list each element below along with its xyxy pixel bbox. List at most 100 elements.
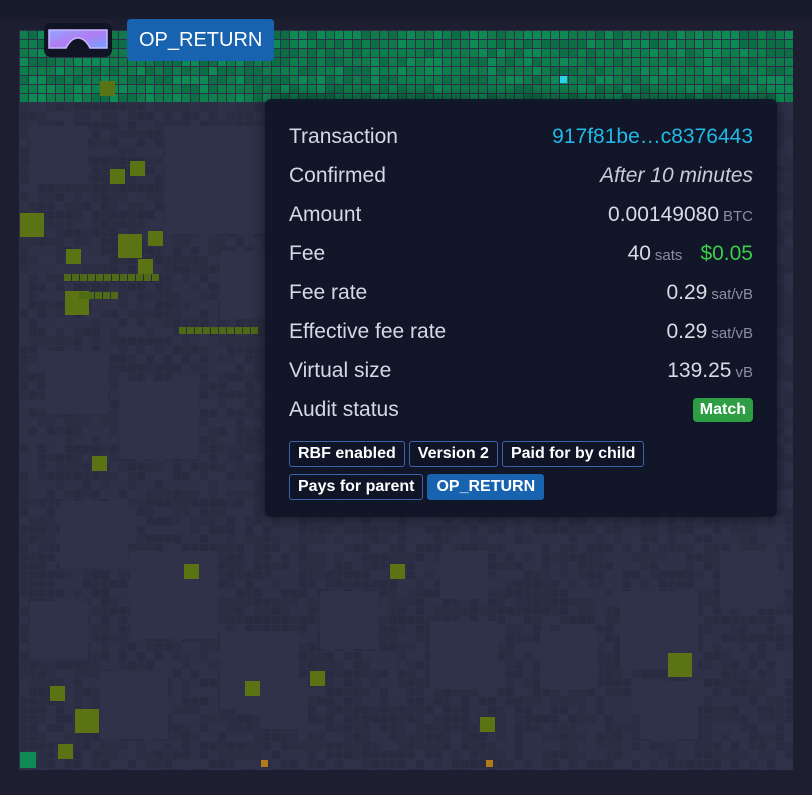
tx-square[interactable] xyxy=(479,40,487,48)
tx-square[interactable] xyxy=(173,283,181,291)
tx-square[interactable] xyxy=(110,454,118,462)
tx-square[interactable] xyxy=(110,400,118,408)
tx-square[interactable] xyxy=(20,40,28,48)
tx-square[interactable] xyxy=(182,238,190,246)
tx-square[interactable] xyxy=(461,544,469,552)
tx-square[interactable] xyxy=(542,517,550,525)
tx-square[interactable] xyxy=(407,40,415,48)
tx-square[interactable] xyxy=(659,49,667,57)
tx-square[interactable] xyxy=(236,400,244,408)
tx-square[interactable] xyxy=(128,121,136,129)
tx-square[interactable] xyxy=(56,436,64,444)
tx-square[interactable] xyxy=(146,175,154,183)
tx-square[interactable] xyxy=(200,463,208,471)
tx-square[interactable] xyxy=(443,49,451,57)
tx-square[interactable] xyxy=(47,445,55,453)
tx-square[interactable] xyxy=(47,463,55,471)
tx-square[interactable] xyxy=(632,517,640,525)
tx-square[interactable] xyxy=(65,463,73,471)
tx-square[interactable] xyxy=(245,454,253,462)
tx-square[interactable] xyxy=(29,103,37,111)
tx-square[interactable] xyxy=(92,265,100,273)
tx-square[interactable] xyxy=(200,382,208,390)
tx-square[interactable] xyxy=(497,517,505,525)
tx-square[interactable] xyxy=(245,112,253,120)
tx-square[interactable] xyxy=(542,49,550,57)
tx-square[interactable] xyxy=(254,544,262,552)
tx-square[interactable] xyxy=(128,337,136,345)
tx-square[interactable] xyxy=(704,535,712,543)
tx-square[interactable] xyxy=(74,58,82,66)
tx-square[interactable] xyxy=(164,301,172,309)
tx-square[interactable] xyxy=(245,481,253,489)
tx-square[interactable] xyxy=(497,85,505,93)
tx-square[interactable] xyxy=(668,40,676,48)
tx-square[interactable] xyxy=(713,517,721,525)
tx-square[interactable] xyxy=(209,436,217,444)
tx-square[interactable] xyxy=(776,508,784,516)
tx-square[interactable] xyxy=(182,265,190,273)
tx-square[interactable] xyxy=(92,103,100,111)
tx-square[interactable] xyxy=(218,373,226,381)
tx-square[interactable] xyxy=(182,544,190,552)
tx-square[interactable] xyxy=(776,319,784,327)
tx-square[interactable] xyxy=(407,67,415,75)
tx-square[interactable] xyxy=(587,85,595,93)
tx-square[interactable] xyxy=(38,382,46,390)
tx-square[interactable] xyxy=(119,220,127,228)
tx-square[interactable] xyxy=(290,76,298,84)
tx-square[interactable] xyxy=(731,58,739,66)
tx-square[interactable] xyxy=(164,76,172,84)
tx-square[interactable] xyxy=(434,544,442,552)
tx-square[interactable] xyxy=(74,472,82,480)
tx-square[interactable] xyxy=(209,292,217,300)
tx-square[interactable] xyxy=(281,49,289,57)
tx-square[interactable] xyxy=(38,193,46,201)
tx-square[interactable] xyxy=(785,508,793,516)
tx-square[interactable] xyxy=(128,85,136,93)
tx-square[interactable] xyxy=(137,526,145,534)
tx-square[interactable] xyxy=(767,85,775,93)
tx-square[interactable] xyxy=(407,517,415,525)
tx-square[interactable] xyxy=(47,76,55,84)
tx-square[interactable] xyxy=(704,76,712,84)
tx-square[interactable] xyxy=(173,238,181,246)
tx-square[interactable] xyxy=(731,31,739,39)
tx-square[interactable] xyxy=(164,499,172,507)
tx-square[interactable] xyxy=(29,40,37,48)
tx-square[interactable] xyxy=(92,67,100,75)
tx-square[interactable] xyxy=(164,364,172,372)
tx-square[interactable] xyxy=(191,535,199,543)
tx-square[interactable] xyxy=(596,85,604,93)
tx-square[interactable] xyxy=(20,517,28,525)
tx-square[interactable] xyxy=(776,346,784,354)
tx-square[interactable] xyxy=(650,58,658,66)
tx-square[interactable] xyxy=(137,310,145,318)
tx-square[interactable] xyxy=(659,76,667,84)
tx-square[interactable] xyxy=(182,283,190,291)
tx-square[interactable] xyxy=(587,544,595,552)
tx-square[interactable] xyxy=(308,49,316,57)
tx-square[interactable] xyxy=(20,337,28,345)
tx-square[interactable] xyxy=(146,481,154,489)
tx-square[interactable] xyxy=(146,130,154,138)
tx-square[interactable] xyxy=(497,76,505,84)
tx-square[interactable] xyxy=(506,526,514,534)
tx-square[interactable] xyxy=(101,301,109,309)
tx-square[interactable] xyxy=(785,40,793,48)
tx-square[interactable] xyxy=(776,391,784,399)
tx-square[interactable] xyxy=(164,310,172,318)
tx-square[interactable] xyxy=(785,202,793,210)
tx-square[interactable] xyxy=(785,301,793,309)
tx-square[interactable] xyxy=(128,103,136,111)
tx-square[interactable] xyxy=(182,256,190,264)
tx-square[interactable] xyxy=(218,337,226,345)
tx-square[interactable] xyxy=(722,67,730,75)
tx-square[interactable] xyxy=(668,31,676,39)
tx-square[interactable] xyxy=(227,436,235,444)
tx-square[interactable] xyxy=(704,49,712,57)
tx-square[interactable] xyxy=(65,265,73,273)
tx-square[interactable] xyxy=(83,256,91,264)
tx-square[interactable] xyxy=(146,526,154,534)
tx-square[interactable] xyxy=(551,31,559,39)
